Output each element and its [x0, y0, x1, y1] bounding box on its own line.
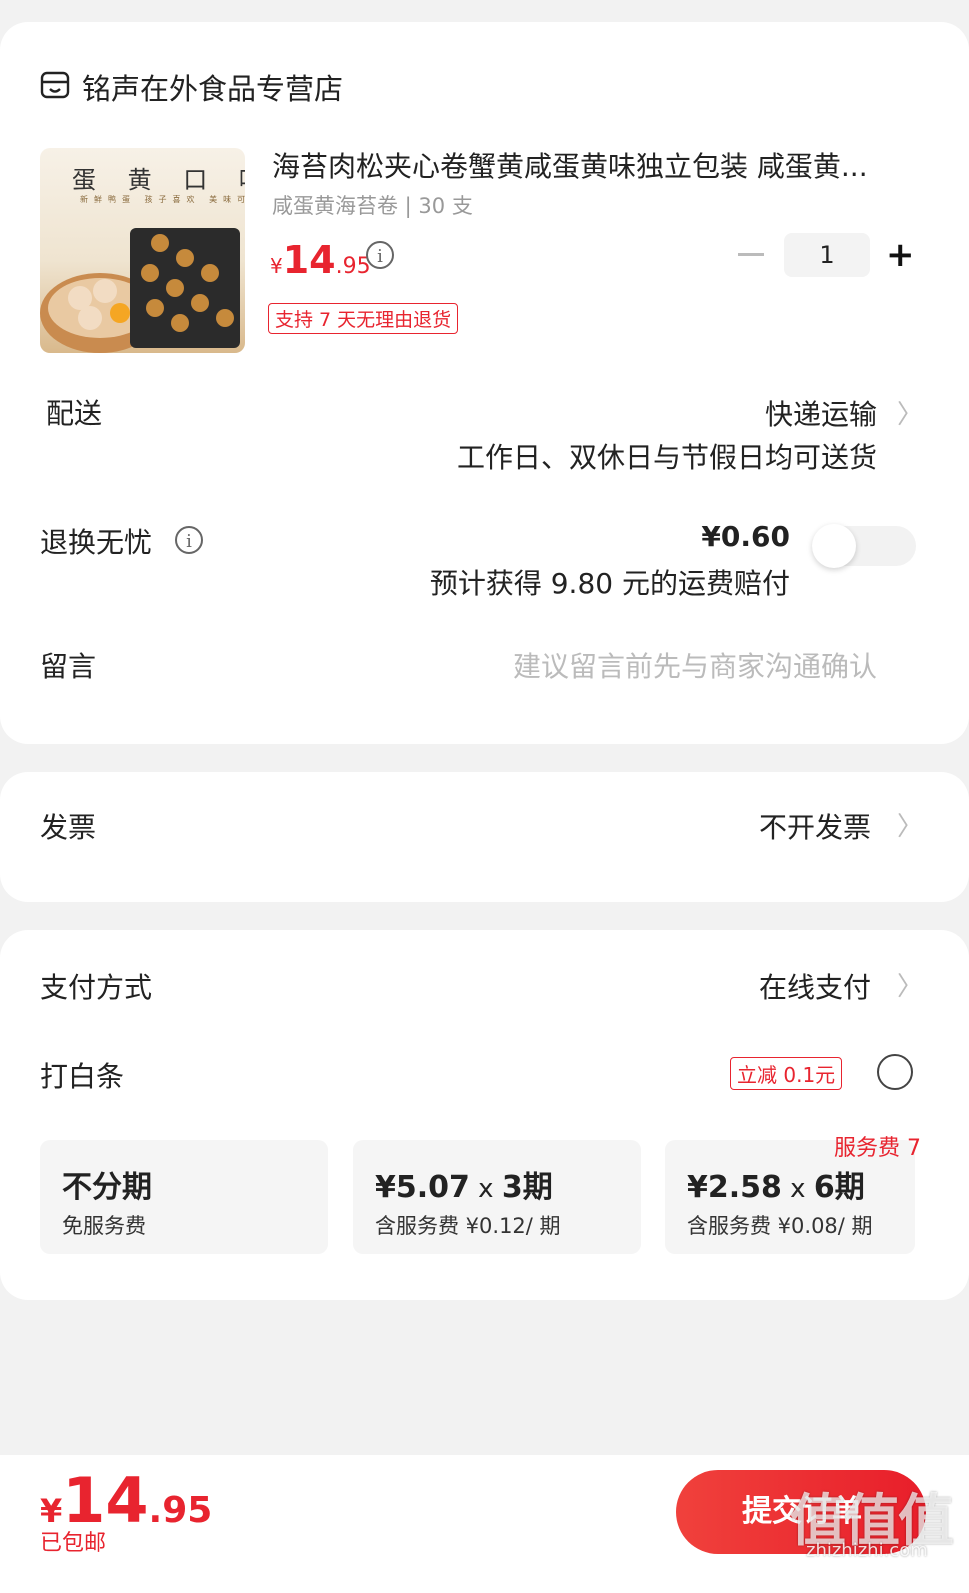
store-icon — [40, 71, 70, 99]
installment-option-2[interactable]: ¥5.07 x 3期 含服务费 ¥0.12/ 期 — [353, 1140, 641, 1254]
invoice-label: 发票 — [40, 811, 97, 844]
delivery-label: 配送 — [46, 397, 103, 430]
installment-main: ¥5.07 x 3期 — [375, 1170, 553, 1205]
return-policy-badge: 支持 7 天无理由退货 — [268, 303, 459, 334]
shipping-note: 已包邮 — [40, 1531, 107, 1556]
return-insurance-toggle[interactable] — [812, 524, 916, 568]
product-spec[interactable]: 咸蛋黄海苔卷 | 30 支 — [272, 190, 473, 220]
baitiao-discount-badge: 立减 0.1元 — [730, 1057, 843, 1090]
price-integer: 14 — [282, 238, 336, 282]
message-label: 留言 — [40, 650, 97, 683]
price-info-icon[interactable]: i — [366, 241, 394, 269]
installment-main: 不分期 — [62, 1170, 152, 1205]
product-title[interactable]: 海苔肉松夹心卷蟹黄咸蛋黄味独立包装 咸蛋黄... — [272, 145, 912, 185]
delivery-method[interactable]: 快递运输 — [765, 393, 877, 433]
return-insurance-note: 预计获得 9.80 元的运费赔付 — [429, 567, 790, 600]
invoice-chevron-icon[interactable]: 〉 — [897, 806, 923, 843]
store-name[interactable]: 铭声在外食品专营店 — [82, 66, 343, 108]
installment-sub: 免服务费 — [62, 1214, 146, 1238]
return-insurance-info-icon[interactable]: i — [175, 526, 203, 554]
product-image[interactable]: 蛋 黄 口 味 新鲜鸭蛋 孩子喜欢 美味可口 — [40, 148, 245, 353]
delivery-chevron-icon[interactable]: 〉 — [897, 394, 923, 431]
delivery-note: 工作日、双休日与节假日均可送货 — [456, 441, 877, 474]
payment-chevron-icon[interactable]: 〉 — [897, 966, 923, 1003]
product-photo — [40, 228, 240, 353]
total-decimal: .95 — [148, 1490, 213, 1531]
installment-option-1[interactable]: 不分期 免服务费 — [40, 1140, 328, 1254]
baitiao-radio[interactable] — [877, 1054, 913, 1090]
watermark-url: zhizhizhi.com — [806, 1540, 928, 1561]
price-currency: ¥ — [270, 254, 283, 278]
toggle-knob — [812, 524, 856, 568]
payment-method-label: 支付方式 — [40, 971, 153, 1004]
product-price: ¥14.95 — [270, 238, 371, 282]
order-card — [0, 22, 969, 744]
installment-sub: 含服务费 ¥0.12/ 期 — [375, 1214, 561, 1238]
baitiao-label: 打白条 — [40, 1060, 125, 1093]
payment-method-value[interactable]: 在线支付 — [759, 966, 871, 1006]
return-insurance-price: ¥0.60 — [701, 520, 790, 553]
quantity-minus-button[interactable] — [738, 253, 764, 256]
message-input[interactable]: 建议留言前先与商家沟通确认 — [513, 645, 877, 685]
service-fee-tag: 服务费 7 — [834, 1136, 921, 1161]
quantity-plus-button[interactable]: + — [886, 236, 915, 274]
quantity-input[interactable]: 1 — [784, 233, 870, 277]
invoice-value[interactable]: 不开发票 — [759, 806, 871, 846]
return-insurance-label: 退换无忧 — [40, 526, 153, 559]
installment-sub: 含服务费 ¥0.08/ 期 — [687, 1214, 873, 1238]
installment-main: ¥2.58 x 6期 — [687, 1170, 865, 1205]
